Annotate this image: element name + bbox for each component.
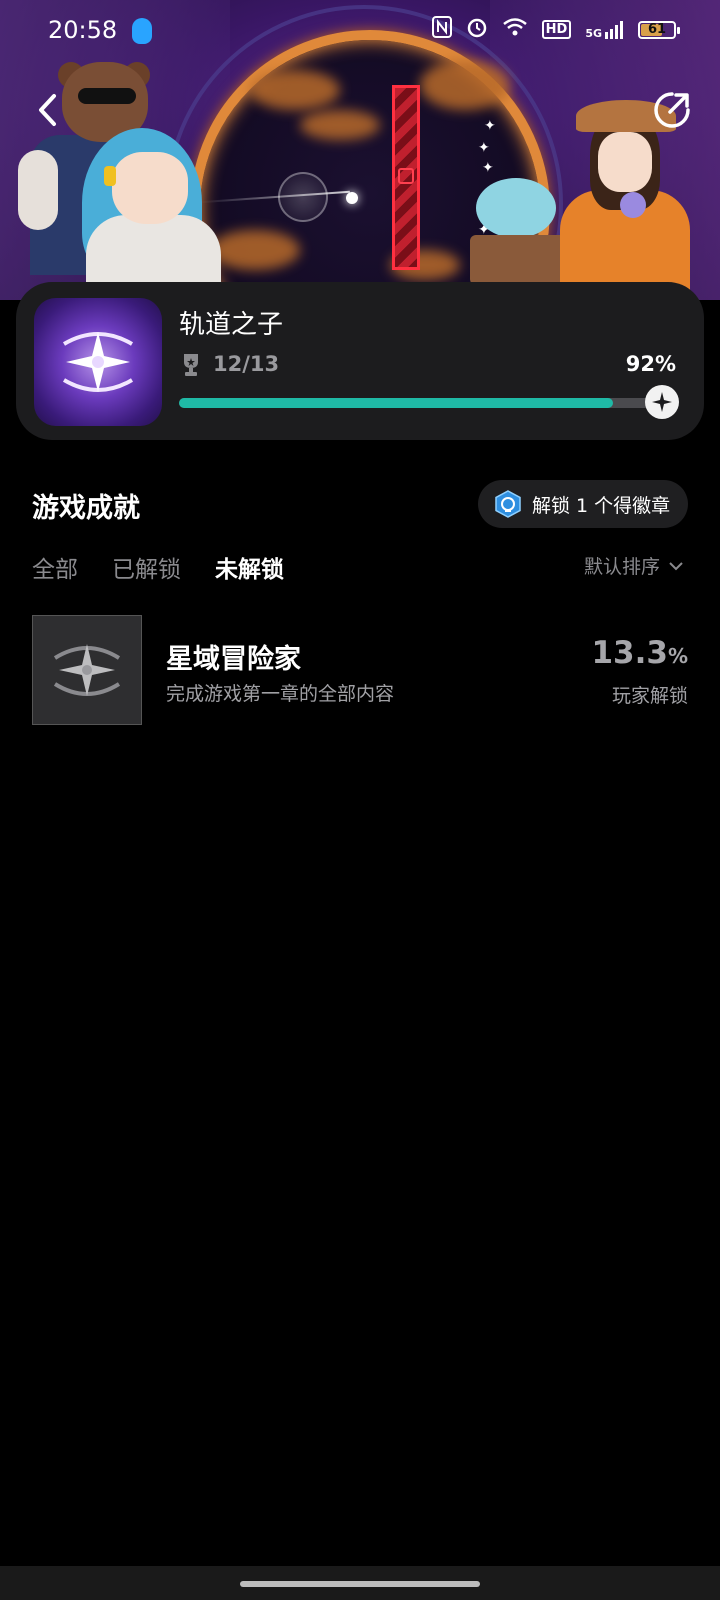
chevron-down-icon: [669, 561, 683, 570]
status-bar: 20:58 HD 5G 61: [0, 0, 720, 64]
alarm-icon: [466, 16, 488, 43]
hd-icon: HD: [541, 20, 572, 39]
back-arrow-icon: [39, 94, 56, 126]
share-icon: [654, 92, 690, 128]
star-emblem-icon: [53, 644, 121, 696]
back-button[interactable]: [24, 86, 72, 134]
tab-locked[interactable]: 未解锁: [215, 550, 284, 584]
bear-glasses: [78, 88, 136, 104]
bear-arm: [18, 150, 58, 230]
progress-bar: [179, 398, 651, 408]
5g-signal-icon: 5G: [585, 20, 624, 40]
filter-tabs: 全部 已解锁 未解锁: [32, 550, 284, 584]
blue-hair-character-face: [112, 152, 188, 224]
game-title: 轨道之子: [179, 310, 284, 340]
unlock-chip-label: 解锁 1 个得徽章: [532, 494, 671, 517]
game-summary-card: 轨道之子 12/13 92%: [16, 282, 704, 440]
orb: [278, 172, 328, 222]
game-icon[interactable]: [34, 298, 162, 426]
section-title: 游戏成就: [32, 493, 140, 524]
progress-bar-fill: [179, 398, 614, 408]
banner-cloud: [300, 110, 380, 140]
status-icons: HD 5G 61: [431, 16, 680, 43]
robot-character: [476, 178, 556, 238]
unlock-rate-value: 13.3: [591, 635, 668, 671]
home-indicator[interactable]: [240, 1581, 480, 1587]
battery-icon: 61: [638, 20, 680, 39]
achievement-description: 完成游戏第一章的全部内容: [166, 683, 395, 705]
system-navigation-bar: [0, 1566, 720, 1600]
star-emblem-icon: [62, 332, 134, 392]
sort-label: 默认排序: [583, 556, 660, 578]
badge-icon: [495, 490, 521, 518]
unlock-badge-chip[interactable]: 解锁 1 个得徽章: [478, 480, 688, 528]
achievement-icon: [32, 615, 142, 725]
nfc-icon: [431, 16, 452, 43]
star-dot: [346, 192, 358, 204]
sparkle-star-icon: [652, 392, 672, 412]
network-type-label: 5G: [585, 26, 602, 40]
qq-icon: [132, 18, 152, 44]
share-button[interactable]: [648, 86, 696, 134]
battery-level: 61: [647, 22, 667, 37]
tab-all[interactable]: 全部: [32, 550, 78, 584]
banner-cloud: [250, 70, 340, 110]
progress-percent: 92%: [625, 352, 676, 376]
banner-cloud: [210, 230, 300, 270]
achievement-list-item[interactable]: 星域冒险家 完成游戏第一章的全部内容 13.3% 玩家解锁: [32, 615, 688, 727]
headphones: [620, 192, 646, 218]
achievement-count: 12/13: [213, 352, 280, 376]
sparkle-icon: ✦: [484, 118, 496, 134]
banner-cloud: [420, 60, 510, 110]
achievement-unlock-rate: 13.3%: [591, 635, 688, 671]
achievement-title: 星域冒险家: [166, 644, 301, 675]
tab-unlocked[interactable]: 已解锁: [112, 550, 181, 584]
sparkle-icon: ✦: [482, 160, 494, 176]
status-time: 20:58: [48, 16, 118, 44]
achievement-unlock-caption: 玩家解锁: [611, 685, 688, 707]
sort-dropdown[interactable]: 默认排序: [584, 552, 684, 579]
orange-character-face: [598, 132, 652, 192]
sparkle-icon: ✦: [478, 140, 490, 156]
progress-badge: [645, 385, 679, 419]
lock-icon: [398, 168, 414, 184]
hair-clip: [104, 166, 116, 186]
trophy-icon: [184, 354, 198, 376]
wifi-icon: [502, 17, 528, 42]
unlock-rate-unit: %: [667, 644, 688, 668]
